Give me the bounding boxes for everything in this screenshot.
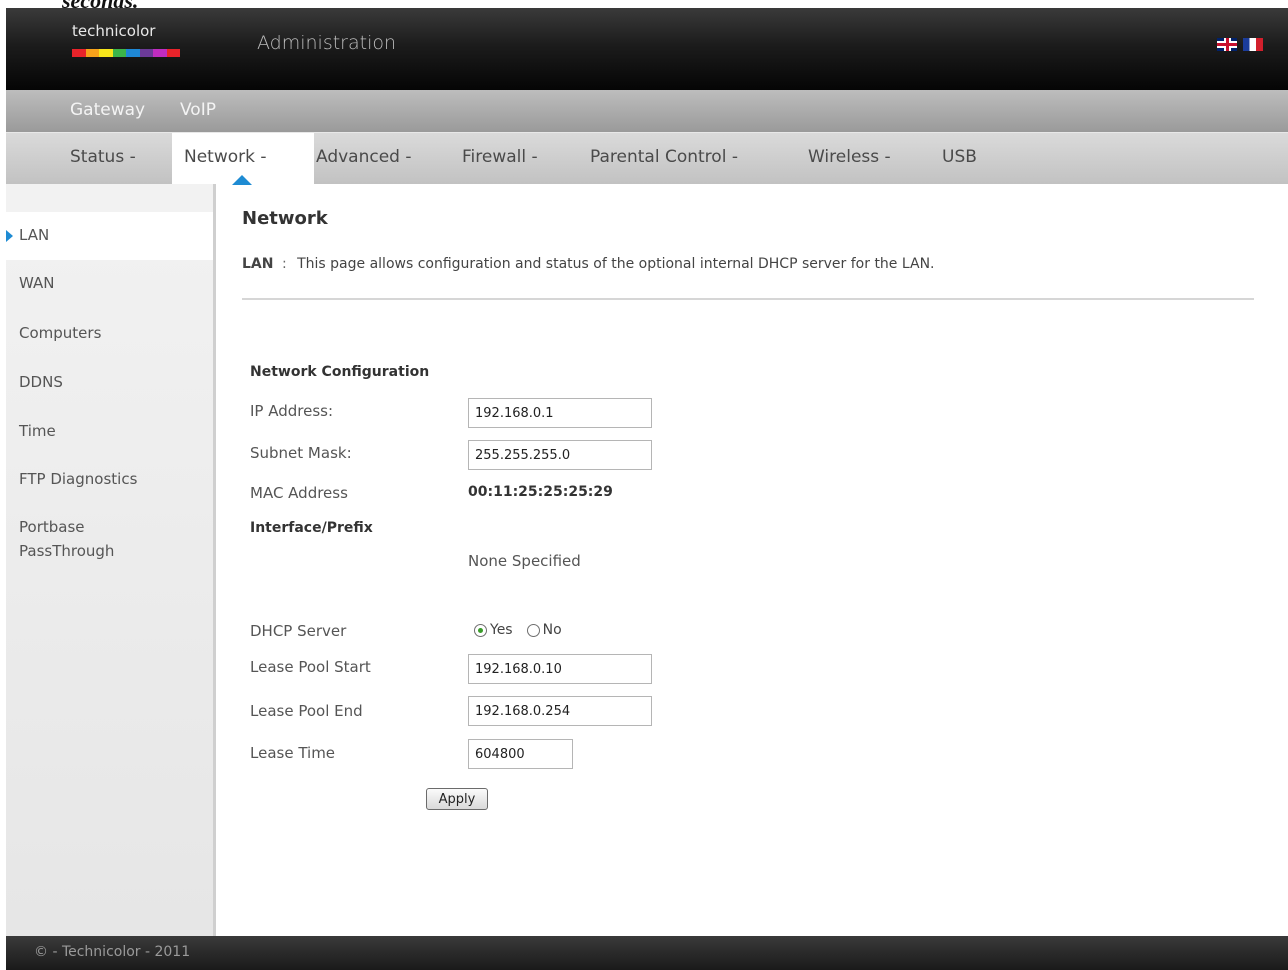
footer-copyright: © - Technicolor - 2011 [34,944,191,960]
sidebar-item-lan[interactable]: LAN [6,212,213,260]
tab-usb[interactable]: USB [942,147,977,167]
tab-network[interactable]: Network - [184,147,267,167]
top-header: technicolor Administration [6,8,1288,90]
main-content: Network LAN : This page allows configura… [216,184,1288,936]
sidebar-item-label: DDNS [19,373,63,391]
description-separator: : [281,256,287,272]
active-arrow-icon [6,230,13,242]
logo-color-segment [112,49,126,57]
page-title: Network [242,208,328,229]
description-label: LAN [242,256,274,272]
ip-address-field[interactable] [468,398,652,428]
sidebar-item-label: Portbase [19,518,85,536]
france-flag-icon[interactable] [1243,38,1263,51]
dhcp-yes-radio[interactable] [474,623,487,637]
lease-pool-end-label: Lease Pool End [250,702,363,720]
logo-color-segment [166,49,180,57]
interface-prefix-label: Interface/Prefix [250,520,373,536]
description-text: This page allows configuration and statu… [297,256,935,272]
sidebar-item-label: WAN [19,274,55,292]
tab-advanced[interactable]: Advanced - [316,147,412,167]
dhcp-no-label: No [542,622,562,638]
lease-pool-start-label: Lease Pool Start [250,658,371,676]
lease-time-label: Lease Time [250,744,336,762]
dhcp-server-radio-group: Yes No [474,622,576,638]
logo-color-segment [153,49,167,57]
lease-time-field[interactable] [468,739,573,769]
language-flags [1217,38,1263,51]
dhcp-yes-label: Yes [490,622,513,638]
lease-pool-end-field[interactable] [468,696,652,726]
nav-voip[interactable]: VoIP [180,100,216,120]
sidebar-item-label: PassThrough [19,542,115,560]
logo-color-segment [99,49,113,57]
sidebar-item-label: Time [19,422,56,440]
tab-status[interactable]: Status - [70,147,136,167]
subnet-mask-label: Subnet Mask: [250,444,352,462]
dhcp-no-radio[interactable] [526,623,540,637]
lease-pool-start-field[interactable] [468,654,652,684]
section-title: Network Configuration [250,364,430,380]
subnet-mask-field[interactable] [468,440,652,470]
tab-parental-control[interactable]: Parental Control - [590,147,738,167]
mac-address-label: MAC Address [250,484,348,502]
primary-nav: Gateway VoIP [6,90,1288,132]
mac-address-value: 00:11:25:25:25:29 [468,484,613,500]
sidebar-item-label: LAN [19,226,50,244]
sidebar-item-label: Computers [19,324,102,342]
apply-button[interactable]: Apply [426,788,488,810]
sidebar: LAN WAN Computers DDNS Time FTP Diagnost… [6,184,216,936]
tab-wireless[interactable]: Wireless - [808,147,891,167]
sidebar-item-portbase-passthrough[interactable]: Portbase PassThrough [6,518,213,566]
uk-flag-icon[interactable] [1217,38,1237,51]
logo-color-segment [72,49,86,57]
interface-prefix-value: None Specified [468,552,581,570]
technicolor-logo: technicolor [72,22,182,66]
footer: © - Technicolor - 2011 [6,936,1288,970]
logo-color-segment [126,49,140,57]
logo-text: technicolor [72,22,156,40]
logo-color-segment [85,49,99,57]
divider [242,298,1254,300]
ip-address-label: IP Address: [250,402,334,420]
sidebar-item-label: FTP Diagnostics [19,470,138,488]
logo-color-bar [72,49,180,57]
tab-firewall[interactable]: Firewall - [462,147,538,167]
dhcp-server-label: DHCP Server [250,622,347,640]
app-title: Administration [257,32,397,54]
logo-color-segment [139,49,153,57]
secondary-nav: Status - Network - Advanced - Firewall -… [6,132,1288,185]
page-description: LAN : This page allows configuration and… [242,256,935,272]
nav-gateway[interactable]: Gateway [70,100,145,120]
